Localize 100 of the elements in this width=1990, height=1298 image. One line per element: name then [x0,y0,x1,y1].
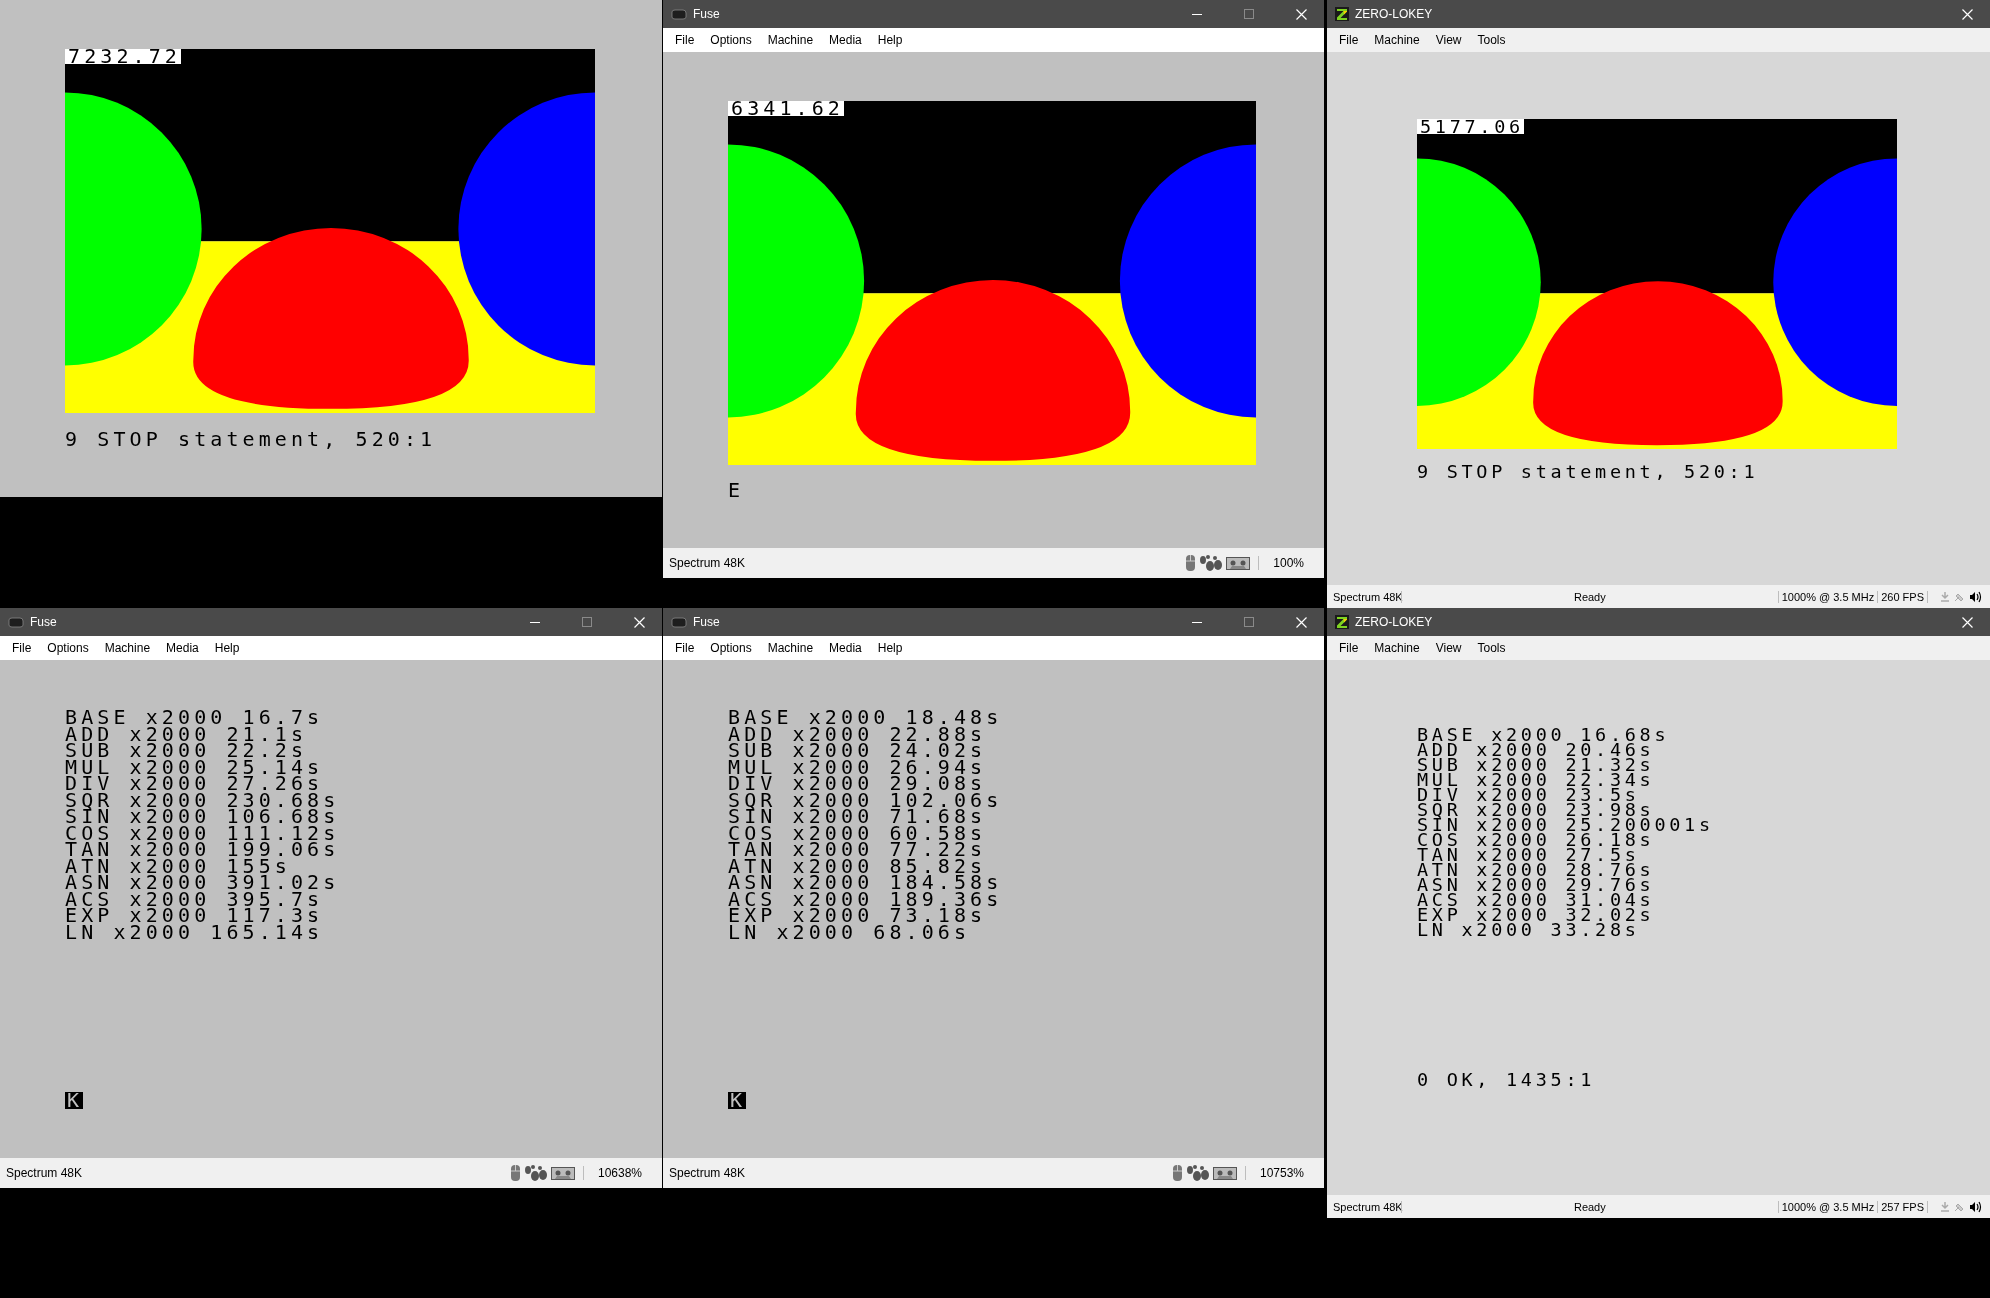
counter-text: 5177.06 [1417,119,1524,134]
maximize-icon [582,617,592,627]
status-message: 0 OK, 1435:1 [1417,1072,1596,1087]
result-line: ATN x2000 85.82s [728,857,987,874]
close-icon [1295,616,1307,628]
menu-item[interactable]: Media [158,638,207,658]
fps-label: 257 FPS [1877,1200,1927,1213]
result-line: BASE x2000 16.7s [65,709,324,726]
machine-label: Spectrum 48K [1332,1200,1401,1213]
result-line: SUB x2000 21.32s [1417,757,1655,772]
app-icon [671,7,687,21]
menu-item[interactable]: Machine [1366,30,1428,50]
menu-item[interactable]: File [667,30,703,50]
menu-item[interactable]: View [1427,30,1470,50]
menu-item[interactable]: Media [821,30,870,50]
mouse-icon [509,1164,521,1182]
counter-text: 6341.62 [728,101,844,116]
menu-item[interactable]: Help [869,30,911,50]
result-line: BASE x2000 18.48s [728,709,1003,726]
result-line: EXP x2000 117.3s [65,907,324,924]
menu-item[interactable]: File [1331,638,1367,658]
result-line: LN x2000 68.06s [728,923,971,940]
menu-item[interactable]: Machine [96,638,159,658]
speed-label: 10753% [1244,1166,1324,1180]
result-line: MUL x2000 26.94s [728,758,987,775]
menu-item[interactable]: Media [821,638,870,658]
status-message: 9 STOP statement, 520:1 [65,431,437,448]
result-line: SIN x2000 106.68s [65,808,340,825]
state-label: Ready [1401,1200,1778,1213]
menu-item[interactable]: Tools [1469,638,1514,658]
result-line: ACS x2000 395.7s [65,890,324,907]
minimize-icon [1192,13,1202,15]
result-line: EXP x2000 73.18s [728,907,987,924]
cursor: K [728,1092,747,1109]
menu-item[interactable]: File [4,638,40,658]
menu-item[interactable]: View [1427,638,1470,658]
menu-item[interactable]: Options [39,638,97,658]
close-icon [1295,8,1307,20]
result-line: LN x2000 165.14s [65,923,324,940]
result-line: SIN x2000 25.200001s [1417,817,1714,832]
fps-label: 260 FPS [1877,590,1927,603]
minimize-icon [530,621,540,623]
footprints-icon [1185,1164,1210,1182]
result-line: MUL x2000 22.34s [1417,772,1655,787]
cassette-icon [1212,1165,1237,1181]
machine-label: Spectrum 48K [668,556,747,570]
result-line: ACS x2000 189.36s [728,890,1003,907]
window-title: ZERO-LOKEY [1355,7,1434,21]
result-line: MUL x2000 25.14s [65,758,324,775]
footprints-icon [523,1164,548,1182]
result-line: ASN x2000 29.76s [1417,877,1655,892]
menu-item[interactable]: File [1331,30,1367,50]
menu-item[interactable]: Options [702,638,760,658]
window-title: Fuse [693,7,721,21]
result-line: SIN x2000 71.68s [728,808,987,825]
result-line: DIV x2000 23.5s [1417,787,1640,802]
menu-item[interactable]: Tools [1469,30,1514,50]
cassette-icon [1226,555,1251,571]
menu-item[interactable]: Machine [1366,638,1428,658]
menu-item[interactable]: Machine [759,30,822,50]
result-line: ADD x2000 22.88s [728,725,987,742]
result-line: BASE x2000 16.68s [1417,727,1670,742]
result-line: TAN x2000 77.22s [728,841,987,858]
window-title: Fuse [30,615,58,629]
result-line: ASN x2000 391.02s [65,874,340,891]
menu-item[interactable]: Options [702,30,760,50]
result-line: DIV x2000 29.08s [728,775,987,792]
close-icon [1961,8,1973,20]
result-line: SUB x2000 24.02s [728,742,987,759]
speaker-icon [1969,1200,1982,1213]
result-line: ASN x2000 184.58s [728,874,1003,891]
menu-item[interactable]: Machine [759,638,822,658]
footprints-icon [1199,554,1224,572]
close-icon [633,616,645,628]
result-line: TAN x2000 27.5s [1417,847,1640,862]
plug-icon [1954,591,1965,602]
menu-item[interactable]: File [667,638,703,658]
result-line: EXP x2000 32.02s [1417,907,1655,922]
result-line: SQR x2000 230.68s [65,791,340,808]
download-icon [1940,1201,1950,1212]
counter-text: 7232.72 [65,49,181,64]
result-line: ADD x2000 20.46s [1417,742,1655,757]
app-icon [671,615,687,629]
speed-label: 1000% @ 3.5 MHz [1777,590,1878,603]
status-message: E [728,482,745,499]
maximize-icon [1244,9,1254,19]
menu-item[interactable]: Help [869,638,911,658]
result-line: SQR x2000 102.06s [728,791,1003,808]
menu-item[interactable]: Help [206,638,248,658]
status-message: 9 STOP statement, 520:1 [1417,464,1759,479]
machine-label: Spectrum 48K [668,1166,747,1180]
result-line: COS x2000 60.58s [728,824,987,841]
machine-label: Spectrum 48K [1332,590,1401,603]
machine-label: Spectrum 48K [5,1166,84,1180]
speed-label: 100% [1258,556,1324,570]
result-line: COS x2000 111.12s [65,824,340,841]
app-icon [8,615,24,629]
result-line: DIV x2000 27.26s [65,775,324,792]
cassette-icon [550,1165,575,1181]
close-icon [1961,616,1973,628]
